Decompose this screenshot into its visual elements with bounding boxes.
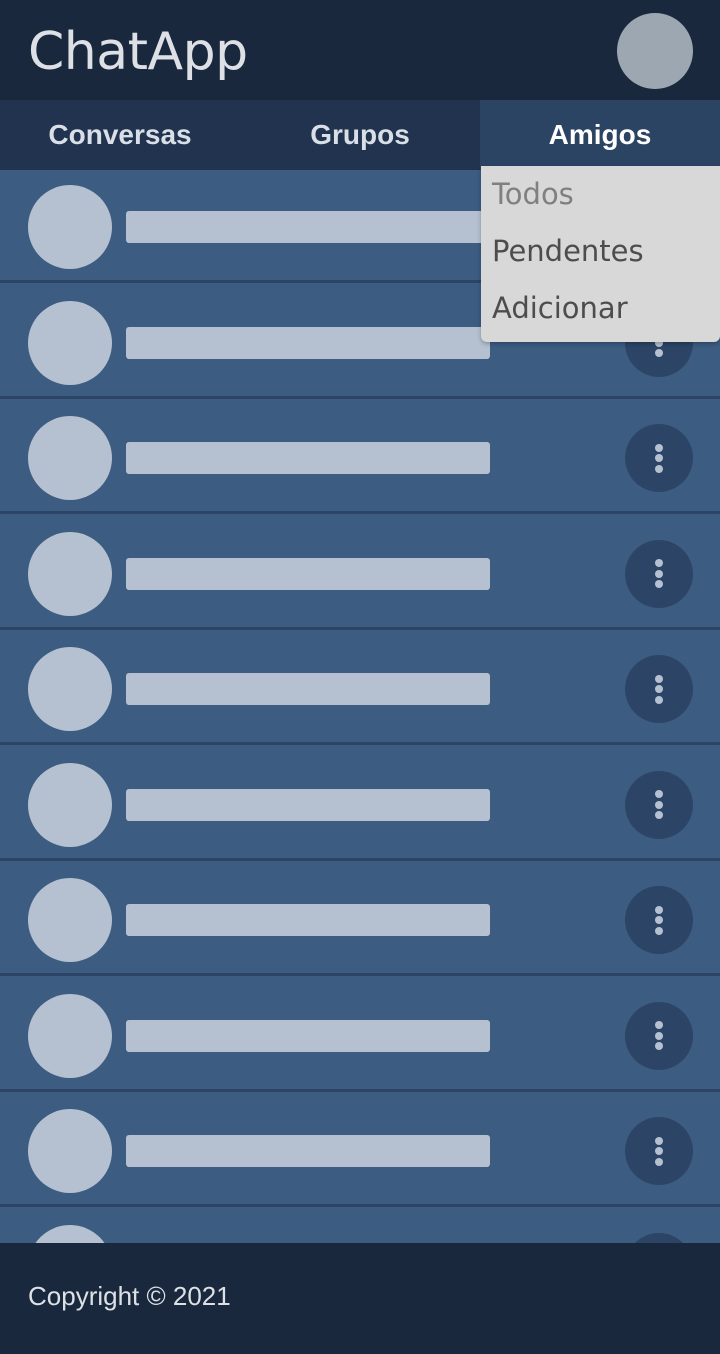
friend-avatar [28,416,112,500]
friend-name-placeholder [126,673,490,705]
app-title: ChatApp [28,22,248,82]
friend-avatar [28,531,112,616]
friend-name-placeholder [126,1135,490,1167]
dropdown-item-todos[interactable]: Todos [481,171,720,228]
footer: Copyright © 2021 [0,1243,720,1354]
friend-avatar [28,647,112,731]
tab-conversas[interactable]: Conversas [0,100,240,170]
tab-bar: Conversas Grupos Amigos [0,100,720,170]
friend-avatar [28,993,112,1078]
app-header: ChatApp [0,0,720,100]
more-options-button[interactable] [625,1117,693,1185]
more-vertical-icon [655,1134,663,1168]
more-vertical-icon [655,1019,663,1053]
friend-name-placeholder [126,557,490,590]
friend-row[interactable] [0,516,720,630]
friend-name-placeholder [126,788,490,821]
more-vertical-icon [655,903,663,937]
friend-avatar [28,878,112,962]
dropdown-item-adicionar[interactable]: Adicionar [481,285,720,342]
friend-avatar [28,185,112,269]
more-options-button[interactable] [625,424,693,492]
friend-avatar [28,1109,112,1193]
friend-row[interactable] [0,747,720,861]
more-options-button[interactable] [625,770,693,839]
more-options-button[interactable] [625,655,693,723]
friend-row[interactable] [0,1094,720,1207]
friend-name-placeholder [126,442,490,474]
chat-app: ChatApp Conversas Grupos Amigos Todos Pe… [0,0,720,1354]
friend-name-placeholder [126,326,490,359]
more-options-button[interactable] [625,539,693,608]
friend-name-placeholder [126,904,490,936]
friend-row[interactable] [0,863,720,976]
friends-dropdown-menu: Todos Pendentes Adicionar [481,166,720,342]
more-vertical-icon [655,441,663,475]
more-vertical-icon [655,557,663,591]
friend-name-placeholder [126,211,490,243]
friend-avatar [28,1224,112,1243]
tab-grupos[interactable]: Grupos [240,100,480,170]
more-vertical-icon [655,788,663,822]
friend-avatar [28,762,112,847]
more-options-button[interactable] [625,1001,693,1070]
user-avatar[interactable] [617,13,693,89]
copyright-text: Copyright © 2021 [28,1281,231,1311]
more-options-button[interactable] [625,1232,693,1243]
more-options-button[interactable] [625,886,693,954]
tab-amigos[interactable]: Amigos [480,100,720,170]
more-vertical-icon [655,672,663,706]
friend-row[interactable] [0,978,720,1092]
friend-avatar [28,300,112,385]
friend-name-placeholder [126,1019,490,1052]
friend-row[interactable] [0,632,720,745]
friend-row[interactable] [0,401,720,514]
dropdown-item-pendentes[interactable]: Pendentes [481,228,720,285]
friend-row[interactable] [0,1209,720,1243]
